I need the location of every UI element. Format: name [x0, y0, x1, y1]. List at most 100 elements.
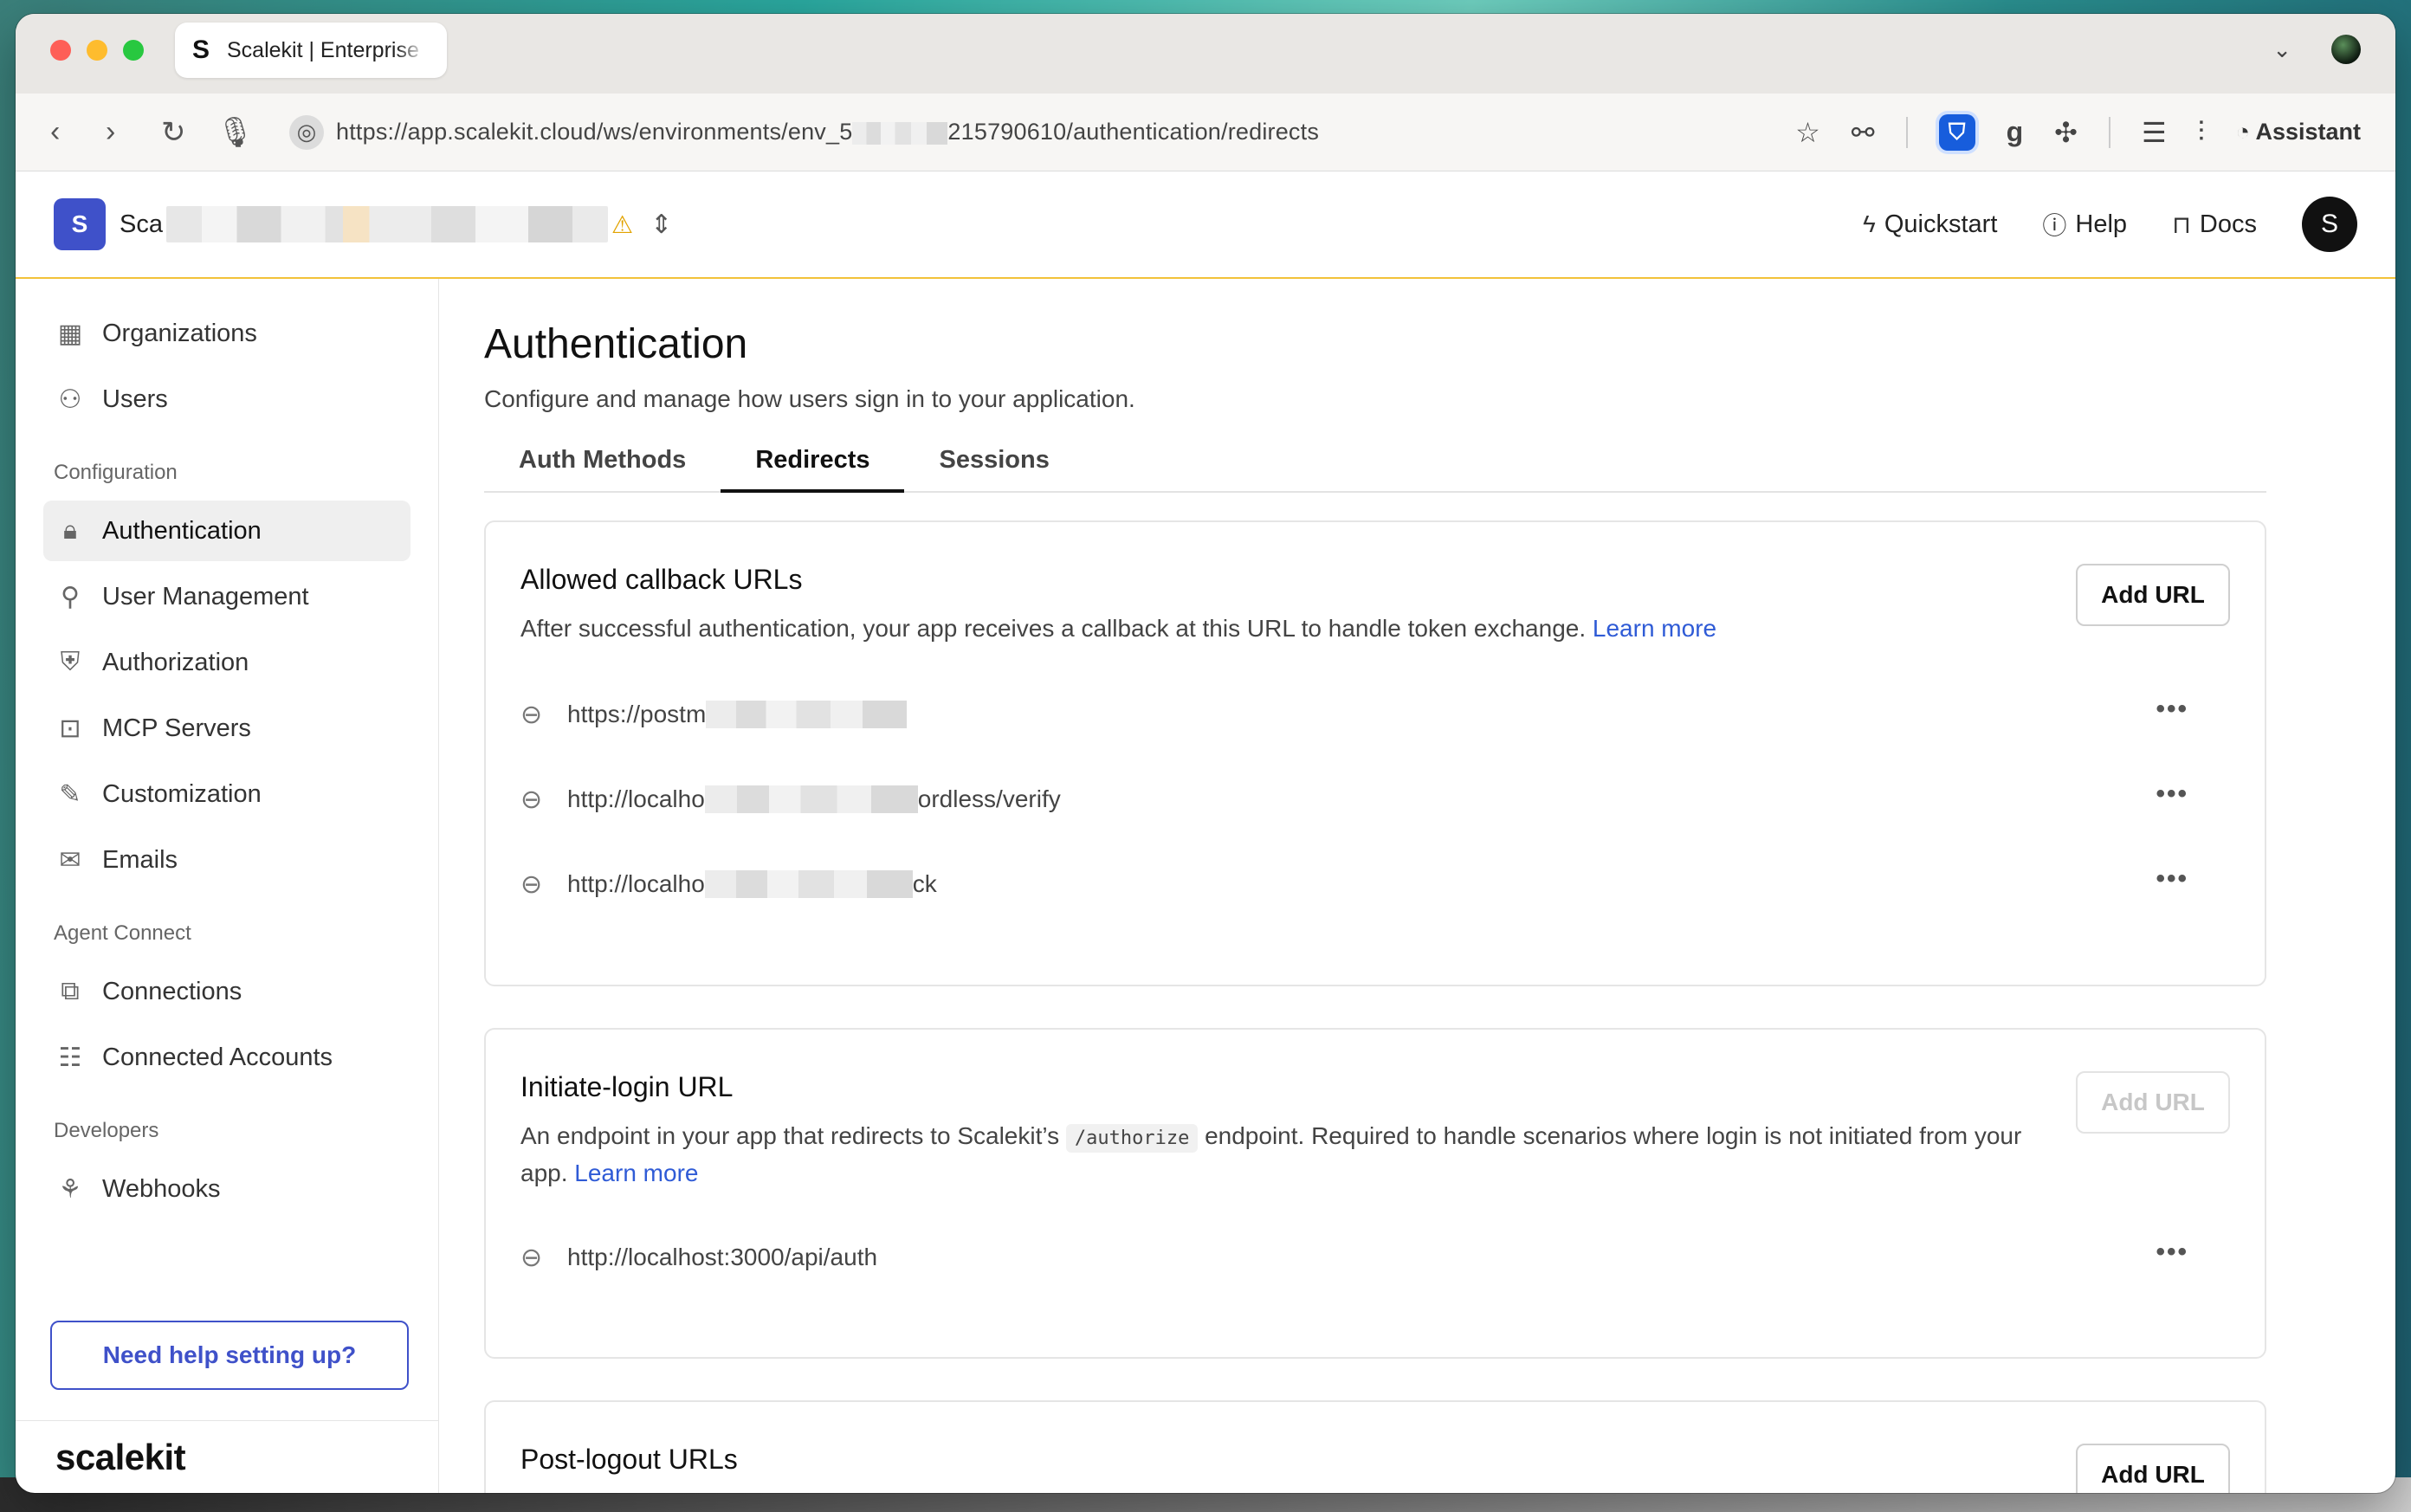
minimize-window-button[interactable] — [87, 40, 107, 61]
workspace-name[interactable]: Sca — [120, 210, 163, 239]
robot-icon: ⊡ — [59, 714, 81, 743]
scalekit-logo[interactable]: scalekit — [55, 1437, 186, 1478]
redacted-block — [706, 701, 908, 728]
browser-window: S Scalekit | Enterprise ⌄ ‹ › ↻ 🎙︎ ◎ htt… — [16, 14, 2395, 1493]
back-arrow-icon[interactable]: ‹ — [50, 115, 106, 149]
link-icon: ⊖ — [520, 1243, 543, 1272]
list-item: ⊖ http://localhost:3000/api/auth ••• — [520, 1237, 2188, 1272]
url-field[interactable]: ◎ https://app.scalekit.cloud/ws/environm… — [289, 114, 1795, 150]
callback-urls-title: Allowed callback URLs — [520, 564, 803, 595]
bitwarden-extension-icon[interactable]: ⛉ — [1938, 113, 1975, 151]
user-settings-icon: ⚲ — [61, 582, 80, 611]
main-content: Authentication Configure and manage how … — [439, 279, 2395, 1493]
initiate-login-title: Initiate-login URL — [520, 1071, 734, 1102]
microphone-icon[interactable]: 🎙︎ — [217, 115, 272, 150]
tab-redirects[interactable]: Redirects — [721, 436, 905, 493]
scalekit-favicon-icon: S — [192, 36, 210, 64]
divider — [2108, 116, 2110, 148]
initiate-login-card: Initiate-login URL An endpoint in your a… — [484, 1028, 2266, 1359]
lock-icon: 🔒︎ — [63, 516, 77, 545]
tab-title: Scalekit | Enterprise — [227, 37, 419, 62]
menu-lines-icon[interactable]: ☰ — [2142, 116, 2167, 149]
assistant-button[interactable]: ◔ Assistant — [2236, 119, 2361, 145]
extensions-puzzle-icon[interactable]: ✣ — [2054, 116, 2078, 149]
accounts-icon: ☷ — [58, 1043, 82, 1072]
divider — [1905, 116, 1908, 148]
sidebar-item-authentication[interactable]: 🔒︎ Authentication — [43, 501, 410, 561]
learn-more-link[interactable]: Learn more — [1593, 615, 1716, 642]
sidebar-section-developers: Developers — [54, 1119, 159, 1142]
workspace-switcher-icon[interactable]: ⇕ — [650, 210, 672, 240]
more-options-icon[interactable]: ••• — [2156, 864, 2188, 894]
users-icon: ⚇ — [58, 384, 82, 414]
learn-more-link[interactable]: Learn more — [574, 1160, 698, 1186]
forward-arrow-icon[interactable]: › — [106, 115, 161, 149]
warning-icon: ⚠ — [611, 210, 634, 238]
book-icon: ⊓ — [2172, 210, 2191, 238]
add-callback-url-button[interactable]: Add URL — [2076, 564, 2230, 626]
help-circle-icon: ⓘ — [2042, 212, 2067, 239]
profile-avatar[interactable] — [2331, 35, 2361, 64]
grammarly-extension-icon[interactable]: g — [2007, 116, 2024, 148]
bookmark-star-icon[interactable]: ☆ — [1795, 116, 1820, 149]
list-item: ⊖ http://localho ck ••• — [520, 864, 2188, 899]
sidebar: ▦ Organizations ⚇ Users Configuration 🔒︎… — [16, 279, 439, 1493]
post-logout-card: Post-logout URLs Add URL — [484, 1400, 2266, 1493]
add-initiate-url-button[interactable]: Add URL — [2076, 1071, 2230, 1134]
audio-wave-icon[interactable]: ⫶ — [2198, 116, 2205, 149]
tab-list-chevron-icon[interactable]: ⌄ — [2272, 36, 2291, 63]
browser-titlebar: S Scalekit | Enterprise ⌄ — [16, 14, 2395, 94]
link-icon[interactable]: ⚯ — [1852, 116, 1875, 149]
sidebar-item-mcp-servers[interactable]: ⊡ MCP Servers — [43, 698, 410, 759]
sidebar-section-configuration: Configuration — [54, 461, 178, 484]
reload-icon[interactable]: ↻ — [161, 115, 217, 150]
quickstart-link[interactable]: ϟ Quickstart — [1863, 210, 1997, 239]
workspace-avatar[interactable]: S — [54, 198, 106, 250]
sidebar-item-customization[interactable]: ✎ Customization — [43, 764, 410, 824]
app-header: S Sca ⚠ ⇕ ϟ Quickstart ⓘ Help ⊓ Docs S — [16, 171, 2395, 279]
docs-link[interactable]: ⊓ Docs — [2172, 210, 2257, 239]
brush-icon: ✎ — [59, 779, 81, 809]
sidebar-item-emails[interactable]: ✉ Emails — [43, 830, 410, 890]
window-controls — [50, 40, 144, 61]
help-link[interactable]: ⓘ Help — [2042, 207, 2127, 242]
page-subtitle: Configure and manage how users sign in t… — [484, 385, 1135, 412]
authorize-code: /authorize — [1065, 1124, 1199, 1153]
callback-urls-description: After successful authentication, your ap… — [520, 615, 1717, 642]
auth-tabs: Auth Methods Redirects Sessions — [484, 436, 2266, 493]
url-text: https://app.scalekit.cloud/ws/environmen… — [336, 119, 1320, 145]
add-post-logout-url-button[interactable]: Add URL — [2076, 1444, 2230, 1493]
list-item: ⊖ https://postm ••• — [520, 695, 2188, 729]
tab-sessions[interactable]: Sessions — [904, 436, 1083, 493]
user-avatar[interactable]: S — [2302, 197, 2357, 252]
list-item: ⊖ http://localho ordless/verify ••• — [520, 779, 2188, 814]
need-help-button[interactable]: Need help setting up? — [50, 1321, 409, 1390]
sidebar-item-webhooks[interactable]: ⚘ Webhooks — [43, 1159, 410, 1219]
sidebar-item-authorization[interactable]: ⛨ Authorization — [43, 632, 410, 693]
more-options-icon[interactable]: ••• — [2156, 695, 2188, 724]
more-options-icon[interactable]: ••• — [2156, 779, 2188, 809]
callback-urls-card: Allowed callback URLs After successful a… — [484, 520, 2266, 986]
link-icon: ⊖ — [520, 869, 543, 899]
post-logout-title: Post-logout URLs — [520, 1444, 738, 1475]
sidebar-item-connections[interactable]: ⧉ Connections — [43, 961, 410, 1022]
webhook-icon: ⚘ — [58, 1174, 82, 1204]
sidebar-item-connected-accounts[interactable]: ☷ Connected Accounts — [43, 1027, 410, 1088]
sidebar-section-agent-connect: Agent Connect — [54, 921, 191, 945]
building-icon: ▦ — [57, 319, 83, 348]
more-options-icon[interactable]: ••• — [2156, 1237, 2188, 1267]
sidebar-item-user-management[interactable]: ⚲ User Management — [43, 566, 410, 627]
sidebar-item-organizations[interactable]: ▦ Organizations — [43, 303, 410, 364]
close-window-button[interactable] — [50, 40, 71, 61]
redacted-block — [704, 785, 918, 813]
redacted-block — [704, 870, 913, 898]
link-icon: ⊖ — [520, 700, 543, 729]
tab-auth-methods[interactable]: Auth Methods — [484, 436, 721, 493]
site-info-globe-icon[interactable]: ◎ — [289, 114, 324, 150]
browser-tab[interactable]: S Scalekit | Enterprise — [175, 23, 447, 78]
sidebar-item-users[interactable]: ⚇ Users — [43, 369, 410, 430]
redacted-block — [852, 121, 948, 145]
zoom-window-button[interactable] — [123, 40, 144, 61]
mail-icon: ✉ — [59, 845, 81, 875]
initiate-login-description: An endpoint in your app that redirects t… — [520, 1122, 2022, 1186]
